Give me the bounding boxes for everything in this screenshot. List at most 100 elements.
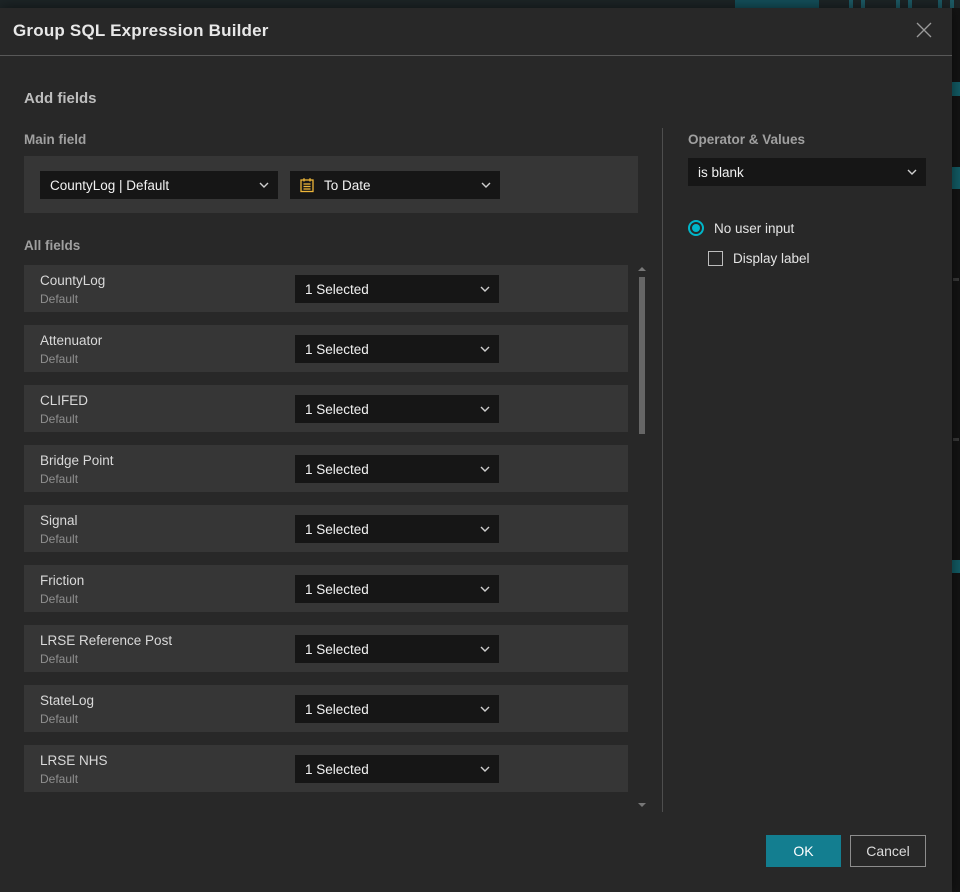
- no-user-input-radio[interactable]: No user input: [688, 220, 794, 236]
- field-type-label: Default: [40, 532, 79, 546]
- background-right-strip: [952, 8, 960, 892]
- vertical-divider: [662, 128, 663, 812]
- scrollbar-down-arrow-icon[interactable]: [638, 803, 646, 807]
- field-type-label: Default: [40, 472, 79, 486]
- screen: Live view Group SQL Expression Builder A…: [0, 0, 960, 892]
- field-selection-value: 1 Selected: [305, 281, 369, 297]
- background-fragment: [953, 438, 959, 441]
- main-field-dropdown[interactable]: CountyLog | Default: [40, 171, 278, 199]
- chevron-down-icon: [480, 406, 490, 412]
- main-field-dropdown-value: CountyLog | Default: [50, 177, 170, 193]
- toolbar-icon-fragment: [896, 0, 900, 8]
- background-app-strip: Live view: [0, 0, 960, 8]
- main-field-box: CountyLog | Default To Date: [24, 156, 638, 213]
- background-fragment: [952, 560, 960, 573]
- operator-dropdown[interactable]: is blank: [688, 158, 926, 186]
- field-selection-dropdown[interactable]: 1 Selected: [295, 515, 499, 543]
- close-button[interactable]: [912, 20, 936, 44]
- scrollbar-thumb[interactable]: [639, 277, 645, 434]
- field-type-label: Default: [40, 292, 79, 306]
- field-selection-dropdown[interactable]: 1 Selected: [295, 335, 499, 363]
- date-field-dropdown[interactable]: To Date: [290, 171, 500, 199]
- chevron-down-icon: [480, 526, 490, 532]
- toolbar-icon-fragment: [908, 0, 912, 8]
- field-name: LRSE Reference Post: [40, 633, 173, 648]
- field-name: StateLog: [40, 693, 95, 708]
- field-selection-value: 1 Selected: [305, 581, 369, 597]
- background-fragment: [953, 278, 959, 281]
- field-selection-value: 1 Selected: [305, 341, 369, 357]
- toolbar-icon-fragment: [849, 0, 853, 8]
- scrollbar-up-arrow-icon[interactable]: [638, 267, 646, 271]
- field-type-label: Default: [40, 712, 79, 726]
- live-view-button[interactable]: Live view: [735, 0, 819, 8]
- add-fields-heading: Add fields: [24, 90, 97, 107]
- toolbar-icon-fragment: [950, 0, 954, 8]
- display-label-text: Display label: [733, 251, 810, 266]
- group-sql-expression-builder-dialog: Group SQL Expression Builder Add fields …: [0, 8, 952, 892]
- field-selection-value: 1 Selected: [305, 461, 369, 477]
- field-row: Attenuator Default 1 Selected: [24, 325, 628, 372]
- field-type-label: Default: [40, 352, 79, 366]
- chevron-down-icon: [480, 766, 490, 772]
- ok-button[interactable]: OK: [766, 835, 841, 867]
- chevron-down-icon: [480, 706, 490, 712]
- chevron-down-icon: [480, 586, 490, 592]
- field-selection-dropdown[interactable]: 1 Selected: [295, 755, 499, 783]
- field-selection-value: 1 Selected: [305, 521, 369, 537]
- chevron-down-icon: [481, 182, 491, 188]
- field-row: LRSE NHS Default 1 Selected: [24, 745, 628, 792]
- chevron-down-icon: [480, 466, 490, 472]
- field-name: Attenuator: [40, 333, 103, 348]
- display-label-checkbox[interactable]: Display label: [708, 251, 810, 266]
- chevron-down-icon: [480, 286, 490, 292]
- field-selection-value: 1 Selected: [305, 761, 369, 777]
- field-selection-value: 1 Selected: [305, 641, 369, 657]
- dialog-title: Group SQL Expression Builder: [13, 21, 269, 40]
- toolbar-icon-fragment: [861, 0, 865, 8]
- checkbox-unchecked-icon: [708, 251, 723, 266]
- list-scrollbar[interactable]: [637, 264, 647, 810]
- field-selection-dropdown[interactable]: 1 Selected: [295, 455, 499, 483]
- field-name: Bridge Point: [40, 453, 114, 468]
- field-row: CLIFED Default 1 Selected: [24, 385, 628, 432]
- background-fragment: [952, 167, 960, 189]
- field-row: CountyLog Default 1 Selected: [24, 265, 628, 312]
- dialog-title-bar: Group SQL Expression Builder: [0, 8, 952, 56]
- field-name: CLIFED: [40, 393, 89, 408]
- operator-dropdown-value: is blank: [698, 164, 744, 180]
- all-fields-label: All fields: [24, 238, 81, 253]
- live-view-label: Live view: [758, 0, 807, 2]
- chevron-down-icon: [480, 346, 490, 352]
- field-row: Signal Default 1 Selected: [24, 505, 628, 552]
- field-name: CountyLog: [40, 273, 106, 288]
- close-icon: [915, 21, 933, 44]
- field-type-label: Default: [40, 652, 79, 666]
- date-field-dropdown-value: To Date: [324, 177, 371, 193]
- field-selection-dropdown[interactable]: 1 Selected: [295, 575, 499, 603]
- chevron-down-icon: [480, 646, 490, 652]
- all-fields-list: CountyLog Default 1 Selected Attenuator Defa…: [24, 265, 628, 805]
- field-selection-dropdown[interactable]: 1 Selected: [295, 695, 499, 723]
- no-user-input-label: No user input: [714, 220, 795, 236]
- field-name: LRSE NHS: [40, 753, 108, 768]
- field-name: Friction: [40, 573, 85, 588]
- calendar-icon: [299, 177, 315, 193]
- field-type-label: Default: [40, 412, 79, 426]
- main-field-label: Main field: [24, 132, 87, 147]
- chevron-down-icon: [907, 169, 917, 175]
- field-row: Bridge Point Default 1 Selected: [24, 445, 628, 492]
- toolbar-icon-fragment: [938, 0, 942, 8]
- field-row: Friction Default 1 Selected: [24, 565, 628, 612]
- field-selection-dropdown[interactable]: 1 Selected: [295, 635, 499, 663]
- field-selection-dropdown[interactable]: 1 Selected: [295, 275, 499, 303]
- field-row: LRSE Reference Post Default 1 Selected: [24, 625, 628, 672]
- field-selection-dropdown[interactable]: 1 Selected: [295, 395, 499, 423]
- chevron-down-icon: [259, 182, 269, 188]
- field-selection-value: 1 Selected: [305, 401, 369, 417]
- cancel-button[interactable]: Cancel: [850, 835, 926, 867]
- background-fragment: [952, 82, 960, 96]
- field-selection-value: 1 Selected: [305, 701, 369, 717]
- field-type-label: Default: [40, 772, 79, 786]
- operator-values-label: Operator & Values: [688, 132, 806, 147]
